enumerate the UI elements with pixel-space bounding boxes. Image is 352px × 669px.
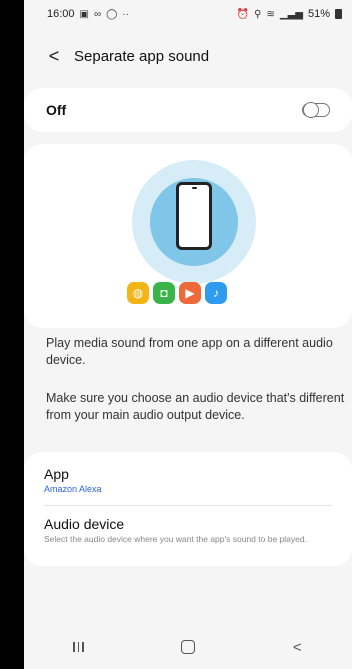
chevron-left-icon: < (48, 45, 60, 66)
app-icon-row: ◍ ◘ ▶ ♪ (127, 282, 227, 304)
back-button[interactable]: < (34, 38, 74, 74)
toggle-label: Off (46, 102, 67, 118)
audio-device-setting-item[interactable]: Audio device Select the audio device whe… (44, 516, 336, 545)
status-bar: 16:00 ▣ ∞ ◯ ·· ⏰ ⚲ ≋ ▁▃▅ 51% (24, 0, 352, 28)
signal-icon: ▁▃▅ (279, 8, 303, 20)
phone-illustration-icon (176, 182, 212, 250)
audio-device-title: Audio device (44, 516, 125, 532)
back-nav-button[interactable]: < (267, 629, 327, 665)
battery-icon (335, 9, 342, 19)
app-setting-title: App (44, 466, 69, 482)
navigation-bar: < (24, 625, 352, 669)
gallery-icon: ▣ (79, 8, 89, 20)
home-button[interactable] (158, 629, 218, 665)
back-chevron-icon: < (292, 638, 302, 656)
switch-knob (303, 101, 319, 118)
page-title: Separate app sound (74, 47, 210, 65)
description-text-2: Make sure you choose an audio device tha… (46, 391, 345, 422)
recent-apps-button[interactable] (49, 629, 109, 665)
description-text-1: Play media sound from one app on a diffe… (46, 336, 333, 367)
home-icon (180, 640, 195, 654)
voicemail-icon: ∞ (93, 8, 102, 20)
status-time: 16:00 (47, 8, 75, 20)
recent-apps-icon (73, 642, 84, 652)
app-setting-item[interactable]: App Amazon Alexa (44, 466, 336, 494)
circle-icon: ◯ (106, 8, 118, 20)
internet-icon: ◍ (127, 282, 149, 304)
app-bar: < Separate app sound (24, 38, 352, 74)
location-icon: ⚲ (254, 8, 262, 20)
audio-device-subtitle: Select the audio device where you want t… (44, 534, 307, 544)
alarm-icon: ⏰ (236, 8, 250, 20)
settings-list: App Amazon Alexa Audio device Select the… (24, 452, 352, 566)
battery-percent: 51% (307, 8, 330, 20)
illustration-card: ◍ ◘ ▶ ♪ (24, 144, 352, 328)
master-toggle-row[interactable]: Off (24, 88, 352, 132)
play-video-icon: ▶ (179, 282, 201, 304)
screen: 16:00 ▣ ∞ ◯ ·· ⏰ ⚲ ≋ ▁▃▅ 51% < Separate … (24, 0, 352, 669)
more-dots-icon: ·· (122, 8, 129, 20)
wifi-icon: ≋ (266, 8, 275, 20)
divider (44, 505, 332, 506)
music-note-icon: ♪ (205, 282, 227, 304)
app-setting-value: Amazon Alexa (44, 484, 102, 494)
master-switch[interactable] (302, 101, 330, 118)
game-controller-icon: ◘ (153, 282, 175, 304)
